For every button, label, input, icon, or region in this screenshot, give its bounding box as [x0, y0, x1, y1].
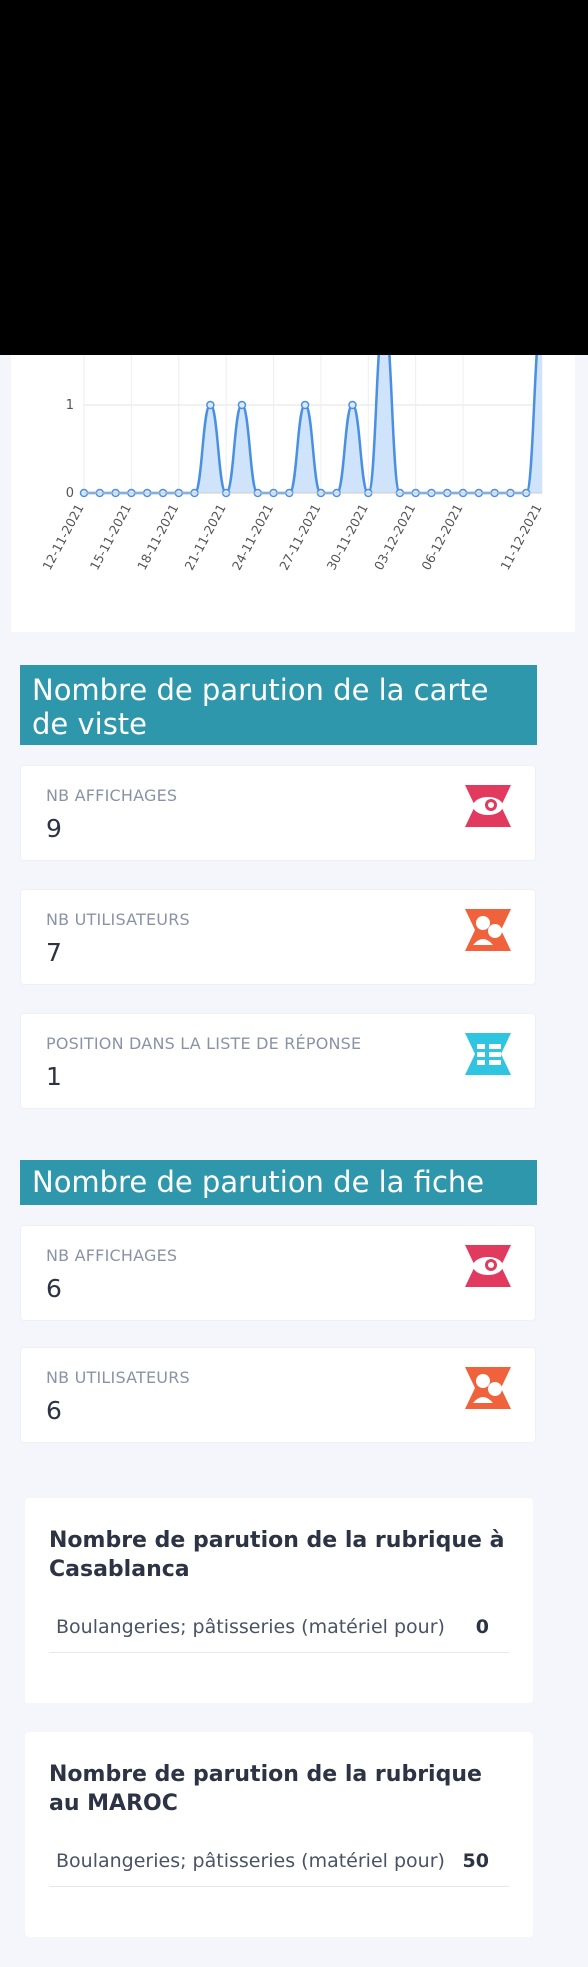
y-tick-label: 0: [66, 486, 74, 501]
x-tick-label: 06-12-2021: [418, 501, 465, 572]
area-chart: 0 1 12-11-2021 15-11-2021 18-11-2021 21-11-20…: [39, 355, 545, 573]
x-tick-label: 03-12-2021: [371, 501, 418, 572]
users-icon: [465, 909, 511, 951]
rubrique-count: 0: [475, 1616, 489, 1638]
x-tick-label: 21-11-2021: [181, 501, 228, 572]
list-icon: [465, 1033, 511, 1075]
area-fill: [84, 355, 542, 493]
data-point: [206, 400, 215, 410]
x-tick-label: 24-11-2021: [229, 501, 276, 572]
rubrique-name: Boulangeries; pâtisseries (matériel pour…: [56, 1850, 445, 1872]
x-tick-label: 27-11-2021: [276, 501, 323, 572]
section-header-carte: Nombre de parution de la carte de viste: [20, 665, 537, 745]
data-point: [348, 400, 357, 410]
stat-card-affichages: NB AFFICHAGES 9: [20, 765, 536, 861]
stat-value: 1: [46, 1062, 62, 1091]
blacked-out-area: [0, 0, 588, 355]
stat-card-position: POSITION DANS LA LISTE DE RÉPONSE 1: [20, 1013, 536, 1109]
stat-label: NB AFFICHAGES: [46, 786, 178, 805]
stat-label: NB UTILISATEURS: [46, 910, 190, 929]
stat-label: NB UTILISATEURS: [46, 1368, 190, 1387]
y-tick-label: 1: [66, 398, 74, 413]
rubrique-title: Nombre de parution de la rubrique au MAR…: [49, 1762, 482, 1816]
chart-card: 0 1 12-11-2021 15-11-2021 18-11-2021 21-11-20…: [11, 355, 575, 632]
x-tick-label: 30-11-2021: [324, 501, 371, 572]
stat-label: POSITION DANS LA LISTE DE RÉPONSE: [46, 1034, 362, 1053]
rubrique-card-maroc: Nombre de parution de la rubrique au MAR…: [25, 1732, 533, 1937]
data-point: [300, 400, 310, 410]
rubrique-row: Boulangeries; pâtisseries (matériel pour…: [49, 1612, 509, 1653]
data-point: [237, 400, 247, 410]
stat-card-utilisateurs-fiche: NB UTILISATEURS 6: [20, 1347, 536, 1443]
x-tick-label: 15-11-2021: [87, 501, 134, 572]
rubrique-name: Boulangeries; pâtisseries (matériel pour…: [56, 1616, 445, 1638]
stat-value: 6: [46, 1396, 62, 1425]
users-icon: [465, 1367, 511, 1409]
section-header-fiche: Nombre de parution de la fiche: [20, 1160, 537, 1205]
rubrique-count: 50: [462, 1850, 489, 1872]
rubrique-row: Boulangeries; pâtisseries (matériel pour…: [49, 1846, 509, 1887]
stat-card-utilisateurs: NB UTILISATEURS 7: [20, 889, 536, 985]
eye-icon: [465, 785, 511, 827]
stat-value: 7: [46, 938, 62, 967]
x-tick-label: 12-11-2021: [39, 501, 86, 572]
x-tick-label: 11-12-2021: [497, 501, 544, 572]
eye-icon: [465, 1245, 511, 1287]
stat-label: NB AFFICHAGES: [46, 1246, 178, 1265]
stat-card-affichages-fiche: NB AFFICHAGES 6: [20, 1225, 536, 1321]
rubrique-title: Nombre de parution de la rubrique à Casa…: [49, 1528, 505, 1582]
rubrique-card-casablanca: Nombre de parution de la rubrique à Casa…: [25, 1498, 533, 1703]
stat-value: 6: [46, 1274, 62, 1303]
stat-value: 9: [46, 814, 62, 843]
x-tick-label: 18-11-2021: [134, 501, 181, 572]
